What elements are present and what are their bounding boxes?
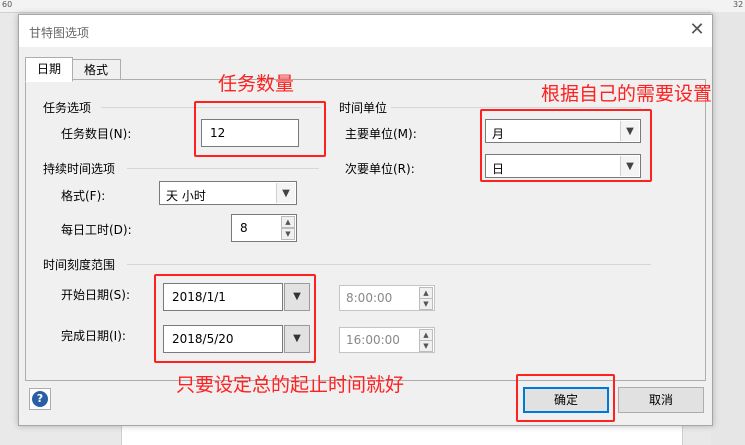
chevron-down-icon: ▼ bbox=[293, 333, 301, 344]
finish-time-stepper[interactable]: 16:00:00 ▲ ▼ bbox=[339, 327, 435, 353]
task-count-label: 任务数目(N): bbox=[61, 127, 132, 141]
duration-format-select[interactable]: 天 小时 ▼ bbox=[159, 181, 297, 205]
tab-format[interactable]: 格式 bbox=[71, 59, 121, 81]
duration-format-value: 天 小时 bbox=[166, 189, 206, 203]
start-time-value: 8:00:00 bbox=[346, 291, 393, 305]
task-count-input[interactable]: 12 bbox=[201, 119, 299, 147]
section-task-options: 任务选项 bbox=[43, 101, 92, 115]
tab-date[interactable]: 日期 bbox=[25, 57, 73, 82]
annotation-units: 根据自己的需要设置 bbox=[541, 83, 713, 105]
gantt-options-dialog: 甘特图选项 ✕ 日期 格式 任务选项 任务数目(N): 12 时间单位 主要单位… bbox=[18, 14, 713, 426]
ok-button[interactable]: 确定 bbox=[523, 387, 609, 413]
dialog-title: 甘特图选项 bbox=[29, 26, 90, 40]
ruler-number-right: 32 bbox=[733, 0, 744, 9]
format-label: 格式(F): bbox=[61, 189, 106, 203]
minor-unit-value: 日 bbox=[492, 162, 505, 176]
start-date-dropdown[interactable]: ▼ bbox=[284, 283, 310, 311]
ruler bbox=[0, 0, 745, 13]
close-icon[interactable]: ✕ bbox=[687, 20, 707, 40]
app-background-strip bbox=[711, 12, 745, 445]
finish-date-input[interactable]: 2018/5/20 bbox=[163, 325, 283, 353]
divider bbox=[391, 107, 641, 108]
section-duration-options: 持续时间选项 bbox=[43, 162, 116, 176]
spin-down-icon[interactable]: ▼ bbox=[419, 340, 433, 352]
divider bbox=[127, 264, 651, 265]
divider bbox=[127, 168, 319, 169]
divider bbox=[101, 107, 321, 108]
spin-down-icon[interactable]: ▼ bbox=[281, 228, 295, 240]
start-time-stepper[interactable]: 8:00:00 ▲ ▼ bbox=[339, 285, 435, 311]
start-date-label: 开始日期(S): bbox=[61, 288, 131, 302]
hours-per-day-label: 每日工时(D): bbox=[61, 223, 132, 237]
section-time-units: 时间单位 bbox=[339, 101, 388, 115]
chevron-down-icon: ▼ bbox=[293, 291, 301, 302]
annotation-dates: 只要设定总的起止时间就好 bbox=[176, 374, 405, 396]
cancel-button[interactable]: 取消 bbox=[618, 387, 704, 413]
finish-time-value: 16:00:00 bbox=[346, 333, 400, 347]
finish-date-dropdown[interactable]: ▼ bbox=[284, 325, 310, 353]
section-timescale-range: 时间刻度范围 bbox=[43, 258, 116, 272]
chevron-down-icon[interactable]: ▼ bbox=[620, 156, 639, 176]
minor-unit-select[interactable]: 日 ▼ bbox=[485, 154, 641, 178]
major-unit-label: 主要单位(M): bbox=[345, 127, 417, 141]
annotation-task-count: 任务数量 bbox=[218, 73, 295, 95]
chevron-down-icon[interactable]: ▼ bbox=[276, 183, 295, 203]
finish-date-label: 完成日期(I): bbox=[61, 329, 126, 343]
title-bar: 甘特图选项 ✕ bbox=[19, 15, 712, 47]
major-unit-select[interactable]: 月 ▼ bbox=[485, 119, 641, 143]
ruler-number-left: 60 bbox=[2, 0, 13, 9]
hours-per-day-value: 8 bbox=[240, 221, 248, 235]
help-button[interactable]: ? bbox=[29, 388, 51, 410]
document-page bbox=[121, 425, 683, 445]
help-icon: ? bbox=[32, 391, 48, 407]
hours-per-day-stepper[interactable]: 8 ▲ ▼ bbox=[231, 214, 297, 242]
spin-up-icon[interactable]: ▲ bbox=[281, 216, 295, 228]
start-date-input[interactable]: 2018/1/1 bbox=[163, 283, 283, 311]
spin-down-icon[interactable]: ▼ bbox=[419, 298, 433, 310]
minor-unit-label: 次要单位(R): bbox=[345, 162, 415, 176]
chevron-down-icon[interactable]: ▼ bbox=[620, 121, 639, 141]
major-unit-value: 月 bbox=[492, 127, 505, 141]
